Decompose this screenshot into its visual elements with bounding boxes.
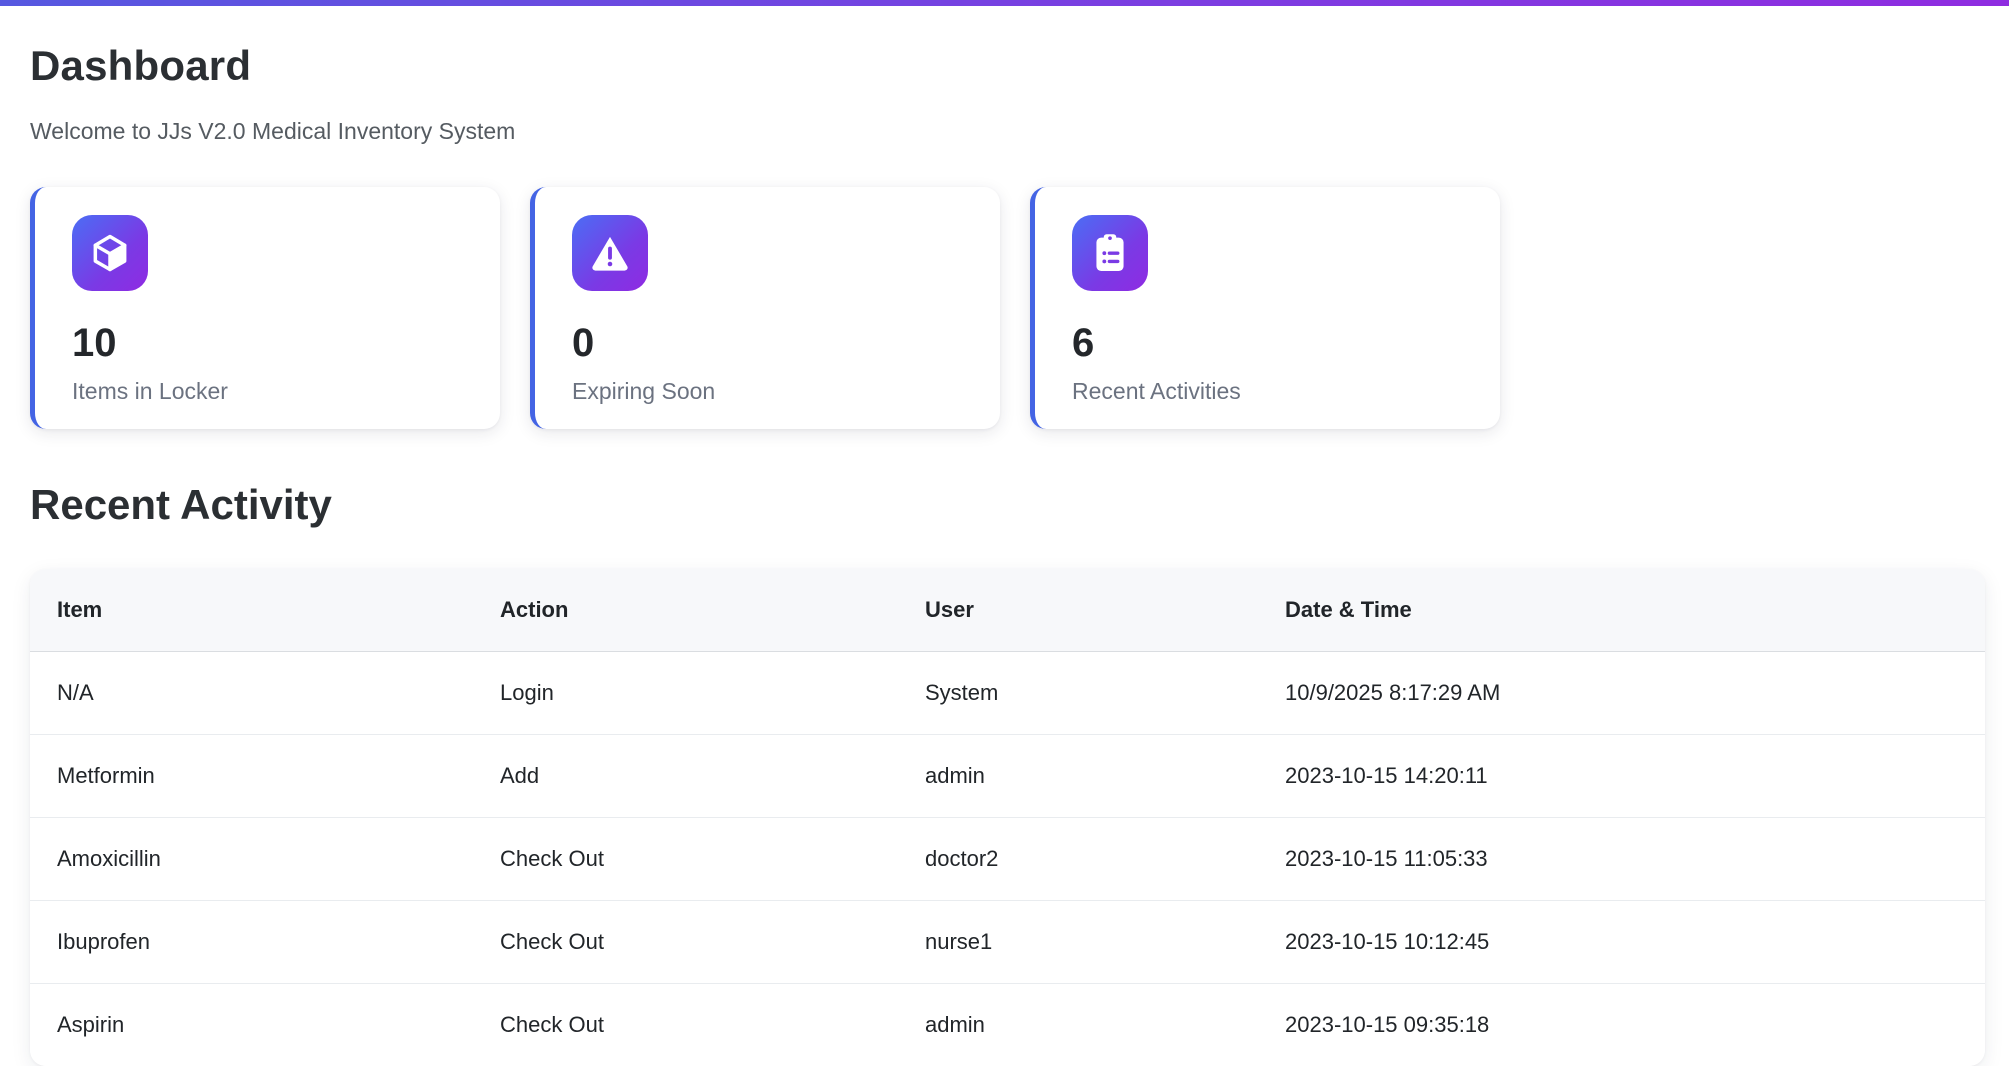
cell-item: N/A [30, 652, 473, 735]
cell-action: Check Out [473, 901, 898, 984]
cell-user: System [898, 652, 1258, 735]
recent-activity-table-card: Item Action User Date & Time N/A Login S… [30, 569, 1985, 1066]
stat-label: Expiring Soon [572, 378, 1000, 405]
stat-card-items-in-locker: 10 Items in Locker [30, 187, 500, 429]
recent-activity-table: Item Action User Date & Time N/A Login S… [30, 569, 1985, 1066]
stat-value: 0 [572, 321, 1000, 366]
cell-item: Aspirin [30, 984, 473, 1066]
cell-item: Amoxicillin [30, 818, 473, 901]
clipboard-list-icon [1072, 215, 1148, 291]
column-header-date-time: Date & Time [1258, 569, 1985, 652]
cell-user: nurse1 [898, 901, 1258, 984]
page-subtitle: Welcome to JJs V2.0 Medical Inventory Sy… [30, 118, 1985, 145]
table-header-row: Item Action User Date & Time [30, 569, 1985, 652]
column-header-action: Action [473, 569, 898, 652]
stat-value: 10 [72, 321, 500, 366]
page-title: Dashboard [30, 42, 1985, 90]
column-header-user: User [898, 569, 1258, 652]
table-row: Metformin Add admin 2023-10-15 14:20:11 [30, 735, 1985, 818]
cell-action: Check Out [473, 984, 898, 1066]
table-row: Amoxicillin Check Out doctor2 2023-10-15… [30, 818, 1985, 901]
cell-user: doctor2 [898, 818, 1258, 901]
stat-value: 6 [1072, 321, 1500, 366]
table-row: N/A Login System 10/9/2025 8:17:29 AM [30, 652, 1985, 735]
cell-item: Ibuprofen [30, 901, 473, 984]
cell-user: admin [898, 735, 1258, 818]
cell-date-time: 2023-10-15 14:20:11 [1258, 735, 1985, 818]
table-row: Aspirin Check Out admin 2023-10-15 09:35… [30, 984, 1985, 1066]
cell-date-time: 2023-10-15 09:35:18 [1258, 984, 1985, 1066]
cell-item: Metformin [30, 735, 473, 818]
cell-date-time: 2023-10-15 11:05:33 [1258, 818, 1985, 901]
stat-label: Recent Activities [1072, 378, 1500, 405]
stat-cards-row: 10 Items in Locker 0 Expiring Soon [30, 187, 1985, 429]
cell-action: Login [473, 652, 898, 735]
cell-action: Add [473, 735, 898, 818]
main-content: Dashboard Welcome to JJs V2.0 Medical In… [0, 6, 2009, 1066]
column-header-item: Item [30, 569, 473, 652]
cell-user: admin [898, 984, 1258, 1066]
stat-card-recent-activities: 6 Recent Activities [1030, 187, 1500, 429]
recent-activity-heading: Recent Activity [30, 481, 1985, 529]
stat-label: Items in Locker [72, 378, 500, 405]
table-row: Ibuprofen Check Out nurse1 2023-10-15 10… [30, 901, 1985, 984]
cell-action: Check Out [473, 818, 898, 901]
stat-card-expiring-soon: 0 Expiring Soon [530, 187, 1000, 429]
cell-date-time: 2023-10-15 10:12:45 [1258, 901, 1985, 984]
warning-icon [572, 215, 648, 291]
box-icon [72, 215, 148, 291]
cell-date-time: 10/9/2025 8:17:29 AM [1258, 652, 1985, 735]
